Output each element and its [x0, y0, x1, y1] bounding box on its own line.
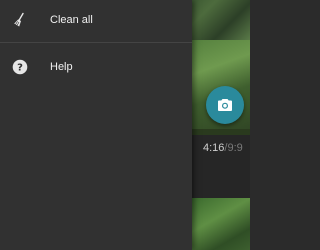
help-icon: ?	[11, 58, 29, 76]
camera-icon	[218, 99, 232, 111]
drawer-item-label: Clean all	[50, 14, 93, 26]
drawer-item-help[interactable]: ? Help	[0, 47, 192, 87]
time-total: /9:9	[224, 142, 243, 154]
navigation-drawer: Clean all ? Help	[0, 0, 192, 250]
drawer-item-clean-all[interactable]: Clean all	[0, 0, 192, 40]
drawer-item-label: Help	[50, 61, 73, 73]
video-thumbnail-bottom[interactable]	[192, 198, 250, 250]
camera-fab-button[interactable]	[206, 86, 244, 124]
svg-text:?: ?	[17, 63, 23, 74]
time-elapsed: 4:16	[203, 142, 225, 154]
video-duration: 4:16/9:9	[203, 142, 243, 154]
drawer-divider	[0, 42, 192, 43]
broom-icon	[11, 11, 29, 29]
